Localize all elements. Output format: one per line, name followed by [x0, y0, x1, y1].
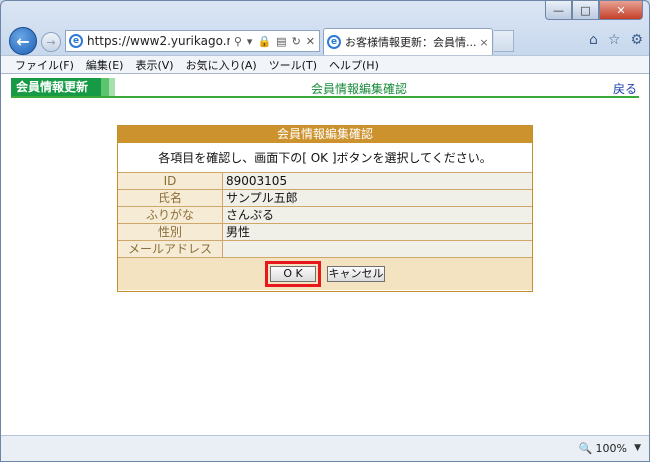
menu-tools[interactable]: ツール(T) [269, 57, 317, 73]
forward-button[interactable]: → [41, 32, 61, 52]
ok-highlight: O K [265, 261, 321, 287]
table-row: ID 89003105 [118, 173, 532, 190]
field-value-id: 89003105 [223, 173, 532, 189]
zoom-control[interactable]: 🔍 100% [579, 442, 627, 455]
field-label-gender: 性別 [118, 224, 223, 240]
field-label-furigana: ふりがな [118, 207, 223, 223]
card-title: 会員情報編集確認 [118, 126, 532, 143]
forward-arrow-icon: → [46, 35, 56, 49]
page-header: 会員情報更新 会員情報編集確認 戻る [11, 78, 639, 98]
dropdown-icon[interactable]: ▾ [247, 35, 253, 48]
header-stripe [101, 78, 109, 96]
close-window-button[interactable]: ✕ [599, 1, 643, 20]
table-row: 氏名 サンプル五郎 [118, 190, 532, 207]
menu-favorites[interactable]: お気に入り(A) [186, 57, 257, 73]
stop-icon[interactable]: ✕ [306, 35, 315, 48]
page-content: 会員情報更新 会員情報編集確認 戻る 会員情報編集確認 各項目を確認し、画面下の… [1, 73, 649, 435]
field-value-email [223, 241, 532, 257]
star-icon[interactable]: ☆ [608, 32, 621, 48]
confirm-card: 会員情報編集確認 各項目を確認し、画面下の[ OK ]ボタンを選択してください。… [117, 125, 533, 292]
header-stripe-light [109, 78, 115, 96]
new-tab-button[interactable] [494, 30, 514, 52]
navigation-bar: ← → e https://www2.yurikago.net/pla ⚲ ▾ … [1, 25, 649, 55]
field-label-name: 氏名 [118, 190, 223, 206]
instruction-message: 各項目を確認し、画面下の[ OK ]ボタンを選択してください。 [118, 143, 532, 173]
zoom-level: 100% [595, 442, 627, 455]
lock-icon[interactable]: 🔒 [257, 35, 271, 48]
ie-page-icon: e [69, 34, 83, 48]
minimize-button[interactable]: — [545, 1, 572, 20]
toolbar-icons: ⌂ ☆ ⚙ [589, 32, 643, 48]
tab-page-icon: e [327, 35, 341, 49]
refresh-icon[interactable]: ↻ [292, 35, 301, 48]
field-value-name: サンプル五郎 [223, 190, 532, 206]
table-row: メールアドレス [118, 241, 532, 258]
back-link[interactable]: 戻る [613, 80, 637, 97]
field-value-furigana: さんぷる [223, 207, 532, 223]
tab-active[interactable]: e お客様情報更新：会員情... × [323, 28, 493, 55]
back-arrow-icon: ← [16, 31, 30, 51]
field-label-id: ID [118, 173, 223, 189]
home-icon[interactable]: ⌂ [589, 32, 598, 48]
menu-view[interactable]: 表示(V) [135, 57, 173, 73]
menu-file[interactable]: ファイル(F) [15, 57, 74, 73]
back-button[interactable]: ← [9, 27, 37, 55]
status-bar: 🔍 100% ▼ [1, 435, 649, 461]
menu-help[interactable]: ヘルプ(H) [329, 57, 379, 73]
window-controls: — □ ✕ [545, 1, 643, 21]
search-icon[interactable]: ⚲ [234, 35, 242, 48]
field-label-email: メールアドレス [118, 241, 223, 257]
ok-button[interactable]: O K [270, 266, 316, 282]
table-row: ふりがな さんぷる [118, 207, 532, 224]
page-title: 会員情報編集確認 [311, 82, 408, 96]
zoom-icon: 🔍 [578, 442, 593, 455]
cancel-button[interactable]: キャンセル [327, 266, 385, 282]
menu-edit[interactable]: 編集(E) [86, 57, 124, 73]
address-url[interactable]: https://www2.yurikago.net/pla [87, 34, 230, 48]
compat-view-icon[interactable]: ▤ [276, 35, 286, 48]
button-row: O K キャンセル [118, 258, 532, 290]
tab-close-icon[interactable]: × [476, 36, 492, 49]
field-value-gender: 男性 [223, 224, 532, 240]
tab-title: お客様情報更新：会員情... [345, 36, 476, 49]
menu-bar: ファイル(F) 編集(E) 表示(V) お気に入り(A) ツール(T) ヘルプ(… [1, 55, 649, 73]
table-row: 性別 男性 [118, 224, 532, 241]
gear-icon[interactable]: ⚙ [630, 32, 643, 48]
browser-window: — □ ✕ ← → e https://www2.yurikago.net/pl… [0, 0, 650, 462]
section-label: 会員情報更新 [11, 78, 101, 96]
maximize-button[interactable]: □ [572, 1, 599, 20]
address-bar[interactable]: e https://www2.yurikago.net/pla ⚲ ▾ 🔒 ▤ … [65, 30, 320, 52]
zoom-dropdown-icon[interactable]: ▼ [634, 443, 641, 453]
